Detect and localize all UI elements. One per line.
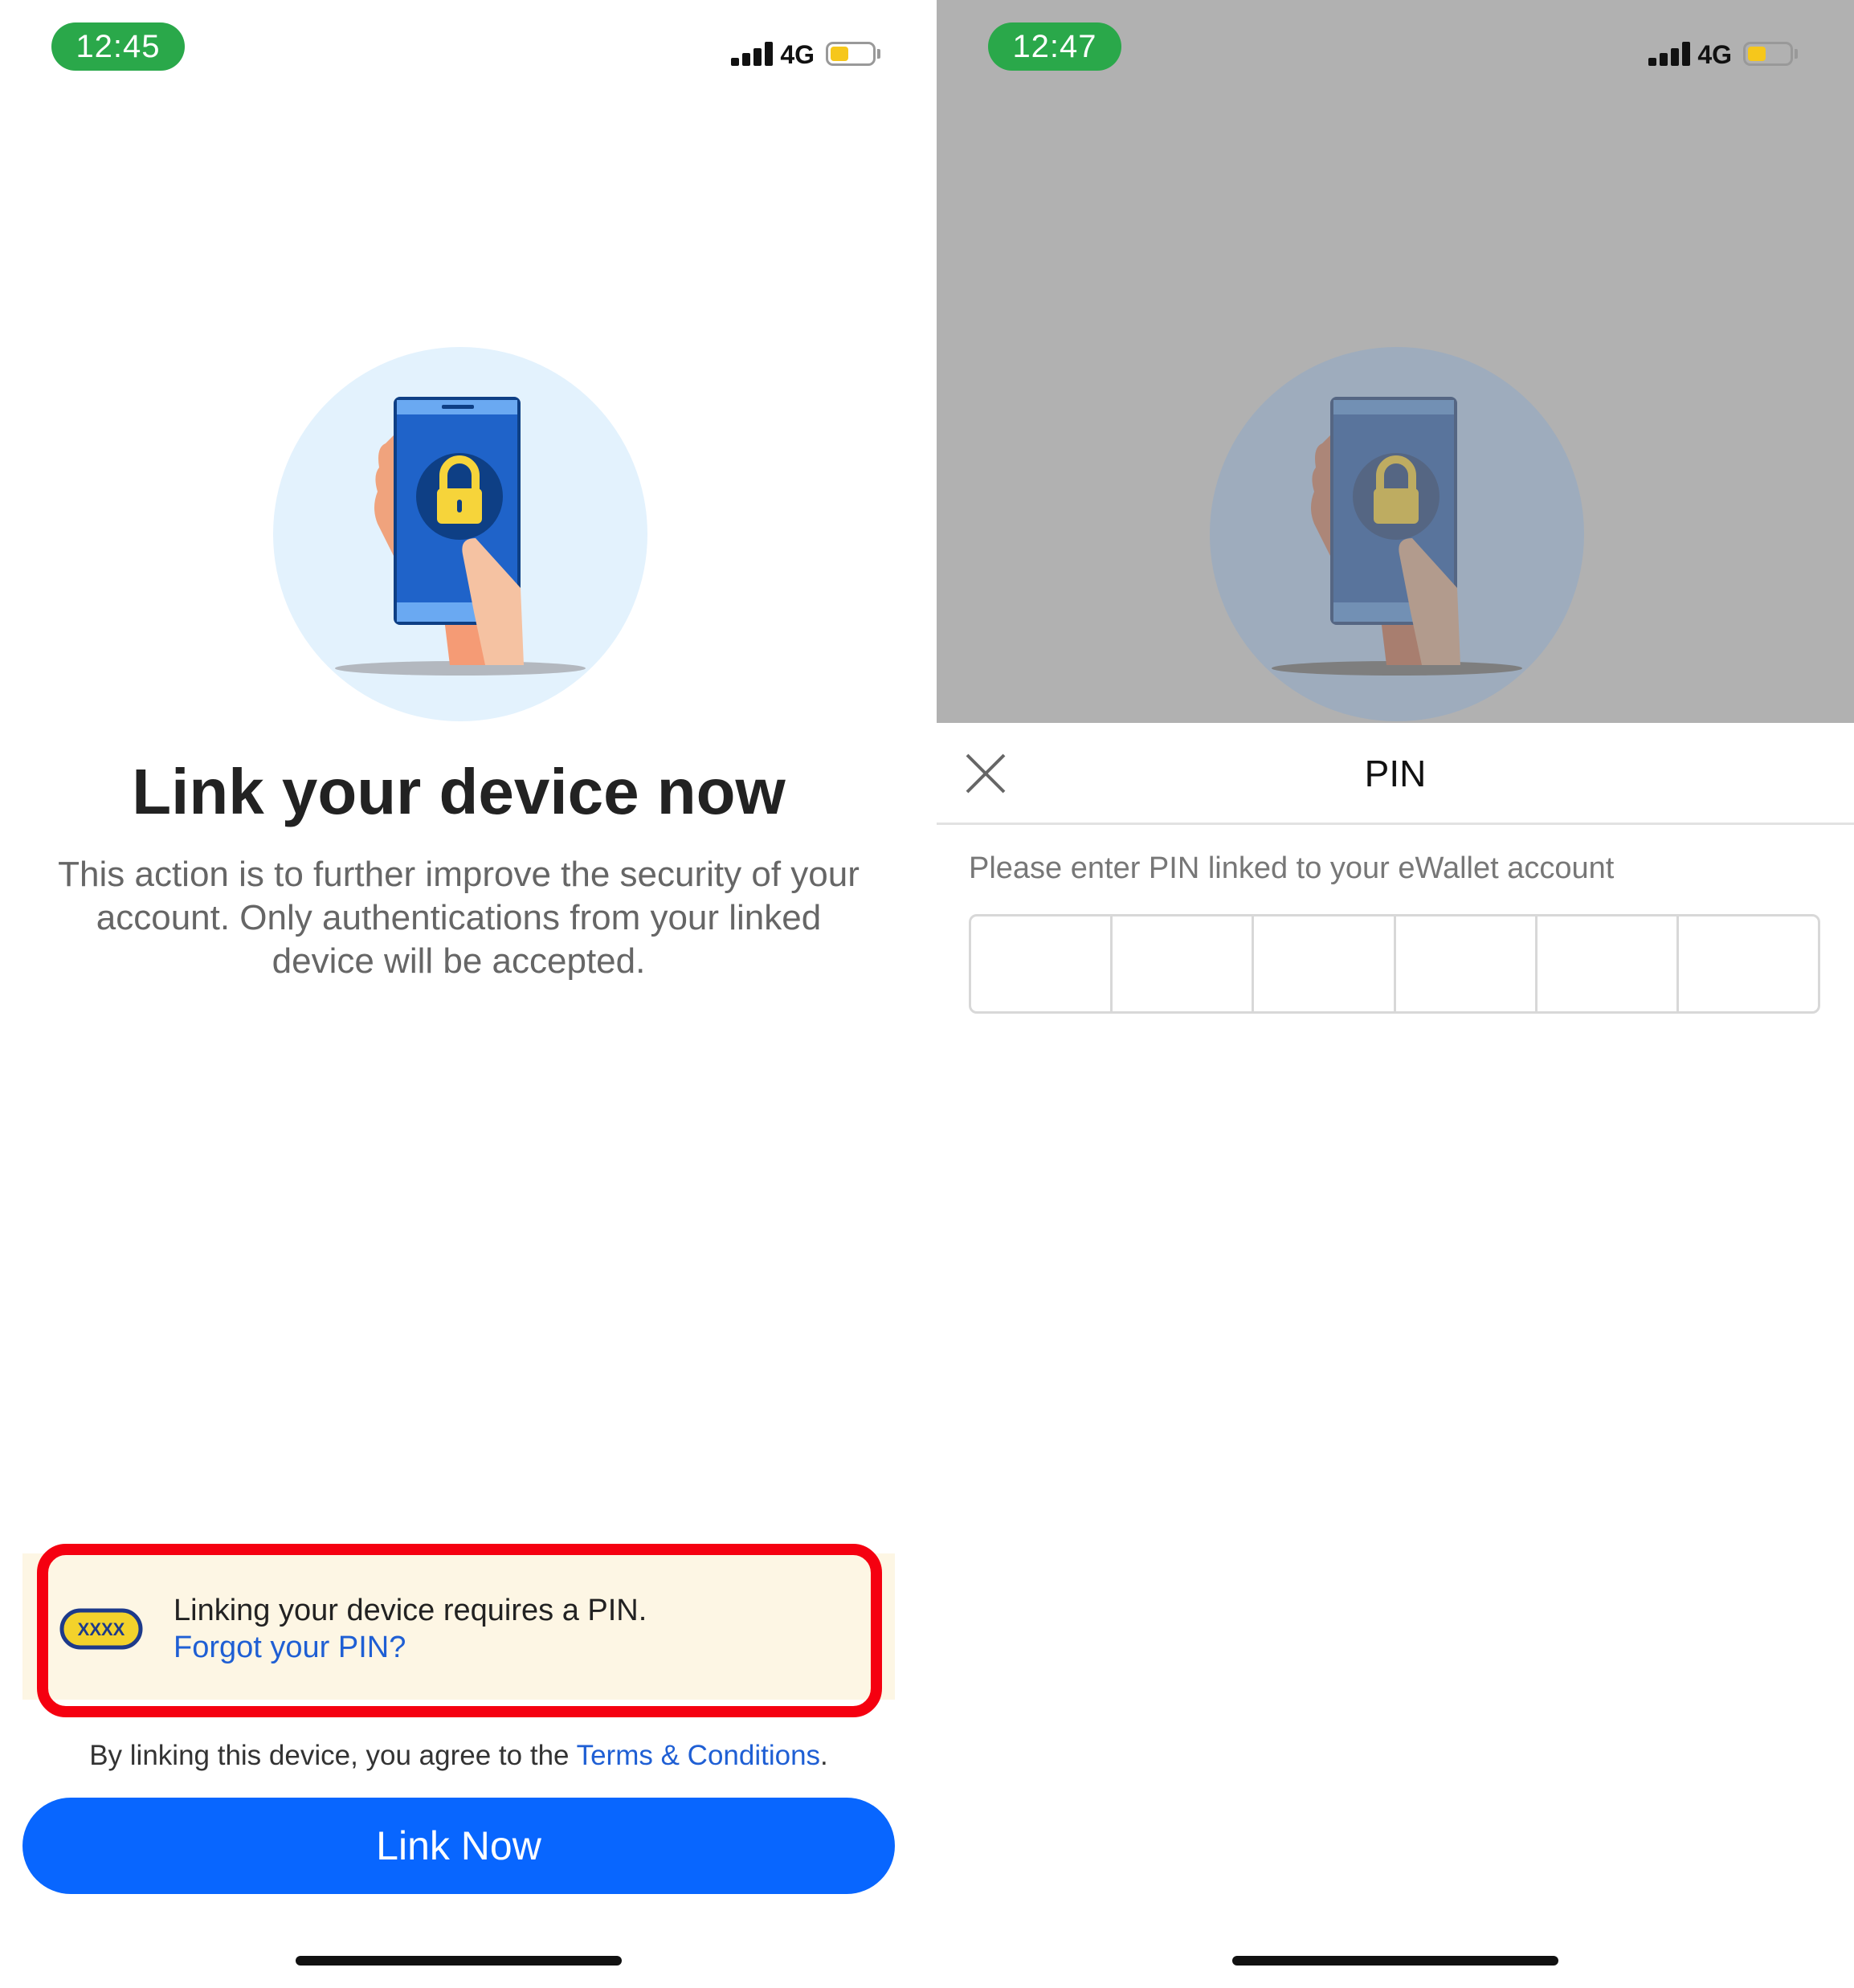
battery-tip xyxy=(1795,49,1798,59)
signal-icon xyxy=(731,58,739,66)
signal-icon xyxy=(1648,58,1656,66)
battery-icon xyxy=(1743,42,1793,66)
signal-icon-bar xyxy=(1682,42,1690,66)
signal-icon-bar xyxy=(765,42,773,66)
pin-digit-6[interactable] xyxy=(1679,916,1818,1011)
dimmed-background[interactable]: 12:47 4G xyxy=(937,0,1854,723)
status-indicators: 4G xyxy=(1637,39,1798,71)
link-device-screen: 12:45 4G Link your device now This actio… xyxy=(0,0,937,1988)
network-type: 4G xyxy=(1697,40,1732,69)
sheet-header: PIN xyxy=(937,723,1854,825)
link-now-button[interactable]: Link Now xyxy=(22,1798,895,1894)
pin-input[interactable] xyxy=(969,914,1820,1014)
phone-lock-illustration xyxy=(1210,347,1584,721)
signal-icon-bar xyxy=(753,48,762,66)
pin-sheet: PIN Please enter PIN linked to your eWal… xyxy=(937,723,1854,1988)
battery-icon xyxy=(826,42,876,66)
highlight-annotation xyxy=(37,1544,882,1717)
terms-link[interactable]: Terms & Conditions xyxy=(577,1740,820,1771)
pin-entry-screen: 12:47 4G PIN Please enter PIN linked to … xyxy=(937,0,1854,1988)
status-time: 12:45 xyxy=(51,22,185,71)
sheet-title: PIN xyxy=(1364,753,1427,794)
phone-lock-illustration xyxy=(273,347,647,721)
pin-label: Please enter PIN linked to your eWallet … xyxy=(969,851,1615,885)
page-description: This action is to further improve the se… xyxy=(58,855,860,981)
pin-digit-2[interactable] xyxy=(1113,916,1255,1011)
pin-digit-1[interactable] xyxy=(971,916,1113,1011)
page-title: Link your device now xyxy=(132,756,786,827)
status-indicators: 4G xyxy=(720,39,880,71)
status-time: 12:47 xyxy=(988,22,1121,71)
pin-digit-3[interactable] xyxy=(1254,916,1396,1011)
signal-icon-bar xyxy=(1660,53,1668,66)
signal-icon-bar xyxy=(742,53,750,66)
home-indicator[interactable] xyxy=(296,1956,622,1966)
pin-digit-5[interactable] xyxy=(1538,916,1679,1011)
terms-text: By linking this device, you agree to the… xyxy=(0,1740,917,1772)
terms-suffix: . xyxy=(820,1740,828,1771)
home-indicator[interactable] xyxy=(1232,1956,1558,1966)
network-type: 4G xyxy=(780,40,815,69)
pin-digit-4[interactable] xyxy=(1396,916,1538,1011)
battery-tip xyxy=(877,49,880,59)
signal-icon-bar xyxy=(1671,48,1679,66)
terms-prefix: By linking this device, you agree to the xyxy=(89,1740,577,1771)
